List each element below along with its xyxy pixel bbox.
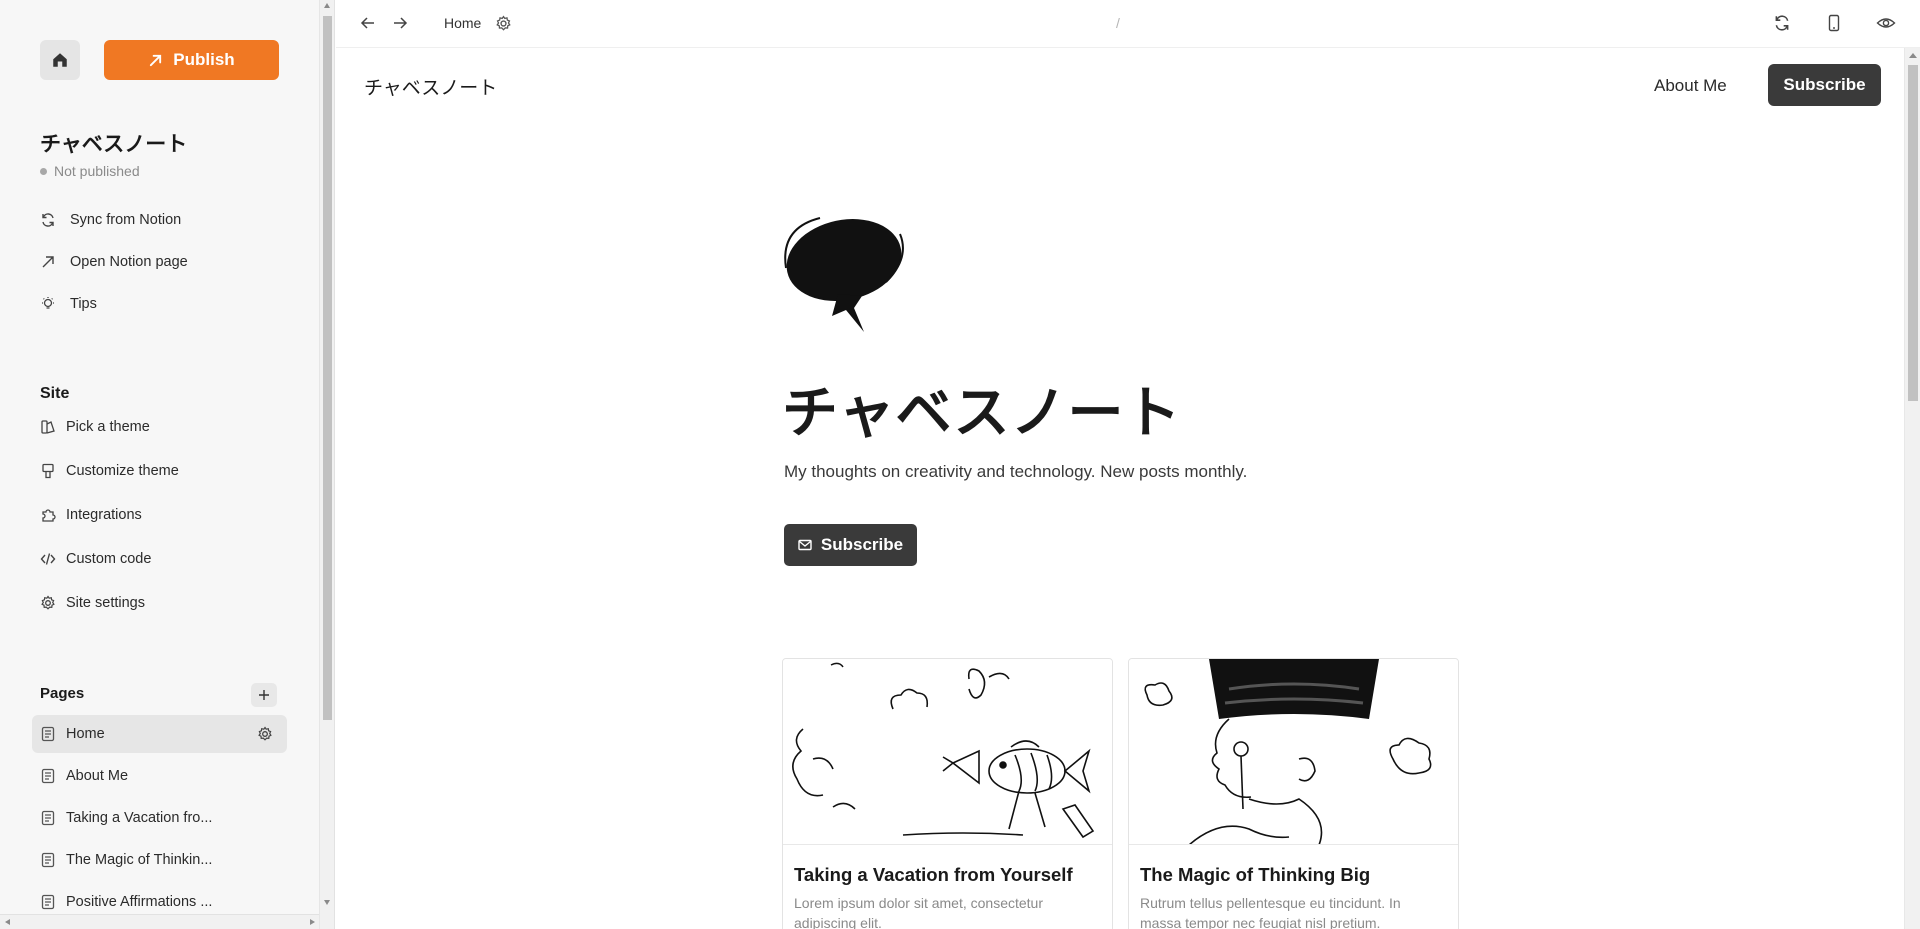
nav-subscribe-button[interactable]: Subscribe (1768, 64, 1881, 106)
sidebar-horizontal-scrollbar[interactable] (0, 914, 319, 929)
post-card[interactable]: Taking a Vacation from Yourself Lorem ip… (782, 658, 1113, 929)
add-page-button[interactable] (251, 683, 277, 707)
site-name: チャベスノート (40, 133, 188, 156)
page-settings-icon[interactable] (495, 15, 512, 32)
scrollbar-thumb[interactable] (1908, 65, 1918, 401)
publish-status: Not published (40, 163, 140, 179)
pick-theme-item[interactable]: Pick a theme (40, 419, 150, 435)
sidebar: Publish チャベスノート Not published Sync from … (0, 0, 320, 929)
page-item-about-me[interactable]: About Me (32, 757, 287, 795)
scroll-down-arrow[interactable] (324, 900, 330, 905)
page-icon (41, 768, 55, 784)
post-illustration-thinker (1129, 659, 1458, 845)
puzzle-icon (42, 509, 56, 522)
page-icon (41, 810, 55, 826)
scroll-up-arrow[interactable] (1909, 53, 1917, 58)
code-icon (40, 553, 56, 565)
preview-toolbar: Home / (336, 0, 1920, 48)
mobile-view-icon[interactable] (1825, 14, 1843, 32)
custom-code-item[interactable]: Custom code (40, 551, 151, 567)
theme-icon (41, 420, 55, 434)
nav-about-link[interactable]: About Me (1654, 76, 1727, 96)
sync-label: Sync from Notion (70, 212, 182, 228)
url-path: / (1116, 15, 1120, 31)
pick-theme-label: Pick a theme (66, 419, 150, 435)
tips-button[interactable]: Tips (40, 296, 97, 312)
scrollbar-thumb[interactable] (323, 16, 332, 720)
site-settings-item[interactable]: Site settings (40, 595, 145, 611)
arrow-up-right-icon (42, 256, 54, 268)
site-section-label: Site (40, 385, 70, 402)
home-button[interactable] (40, 40, 80, 80)
forward-arrow-icon[interactable] (391, 14, 409, 32)
back-arrow-icon[interactable] (359, 14, 377, 32)
page-icon (41, 852, 55, 868)
speech-bubble-logo (784, 217, 904, 332)
tips-label: Tips (70, 296, 97, 312)
scroll-up-arrow[interactable] (324, 3, 330, 8)
customize-theme-item[interactable]: Customize theme (40, 463, 179, 479)
publish-label: Publish (173, 50, 235, 69)
brush-icon (42, 463, 54, 479)
site-brand[interactable]: チャベスノート (364, 73, 497, 100)
hero-title: チャベスノート (782, 381, 1182, 444)
plus-icon (259, 690, 269, 700)
hero-subscribe-label: Subscribe (820, 535, 904, 554)
arrow-up-right-icon (150, 54, 162, 66)
post-illustration-fish (783, 659, 1112, 845)
open-notion-label: Open Notion page (70, 254, 188, 270)
page-label: Positive Affirmations ... (66, 894, 213, 910)
hero-subscribe-button[interactable]: Subscribe (784, 524, 917, 566)
page-label: The Magic of Thinkin... (66, 852, 213, 868)
hero-description: My thoughts on creativity and technology… (784, 462, 1248, 481)
page-item-vacation[interactable]: Taking a Vacation fro... (32, 799, 287, 837)
site-settings-label: Site settings (66, 595, 145, 611)
post-excerpt: Lorem ipsum dolor sit amet, consectetur … (794, 895, 1043, 929)
sync-from-notion-button[interactable]: Sync from Notion (40, 212, 181, 228)
refresh-icon[interactable] (1773, 14, 1791, 32)
post-card[interactable]: The Magic of Thinking Big Rutrum tellus … (1128, 658, 1459, 929)
customize-theme-label: Customize theme (66, 463, 179, 479)
open-notion-page-button[interactable]: Open Notion page (40, 254, 188, 270)
page-icon (41, 894, 55, 910)
page-item-home[interactable]: Home (32, 715, 287, 753)
mail-icon (798, 539, 812, 551)
page-label: Taking a Vacation fro... (66, 810, 213, 826)
scroll-left-arrow[interactable] (5, 919, 10, 925)
eye-icon[interactable] (1876, 14, 1896, 32)
gear-icon (41, 595, 55, 610)
integrations-label: Integrations (66, 507, 142, 523)
pages-section-label: Pages (40, 685, 85, 702)
current-page-label[interactable]: Home (444, 15, 481, 31)
post-title[interactable]: Taking a Vacation from Yourself (794, 864, 1073, 886)
page-icon (41, 726, 55, 742)
status-text: Not published (54, 163, 140, 179)
custom-code-label: Custom code (66, 551, 152, 567)
sync-icon (42, 213, 54, 227)
publish-button[interactable]: Publish (104, 40, 279, 80)
home-icon (53, 53, 67, 67)
page-label: Home (66, 726, 105, 742)
post-excerpt: Rutrum tellus pellentesque eu tincidunt.… (1140, 895, 1401, 929)
status-dot (40, 167, 47, 175)
sidebar-scrollbar[interactable] (320, 0, 335, 929)
page-label: About Me (66, 768, 129, 784)
site-preview: チャベスノート About Me Subscribe チャベスノート My th… (336, 48, 1904, 929)
page-settings-icon[interactable] (257, 726, 273, 742)
lightbulb-icon (42, 297, 54, 309)
post-title[interactable]: The Magic of Thinking Big (1140, 864, 1370, 886)
integrations-item[interactable]: Integrations (40, 507, 142, 523)
scroll-right-arrow[interactable] (310, 919, 315, 925)
page-item-thinking-big[interactable]: The Magic of Thinkin... (32, 841, 287, 879)
preview-scrollbar[interactable] (1904, 48, 1920, 929)
